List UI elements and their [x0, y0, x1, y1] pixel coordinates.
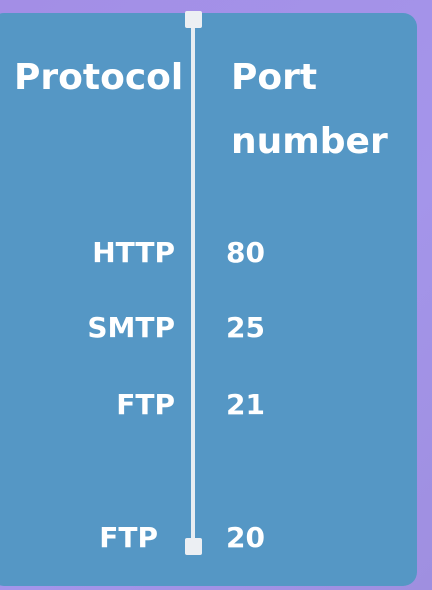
port-cell: 80	[226, 236, 265, 269]
divider-top-handle[interactable]	[185, 11, 202, 28]
protocol-cell: SMTP	[87, 311, 175, 344]
protocol-cell: FTP	[116, 388, 175, 421]
port-cell: 25	[226, 311, 265, 344]
divider-bottom-handle[interactable]	[185, 538, 202, 555]
header-port-number-line2: number	[231, 121, 388, 162]
protocol-cell: HTTP	[92, 236, 175, 269]
protocol-cell: FTP	[99, 521, 158, 554]
header-protocol: Protocol	[14, 57, 184, 98]
port-cell: 21	[226, 388, 265, 421]
column-divider[interactable]	[191, 20, 195, 548]
port-cell: 20	[226, 521, 265, 554]
header-port-number-line1: Port	[231, 57, 318, 98]
